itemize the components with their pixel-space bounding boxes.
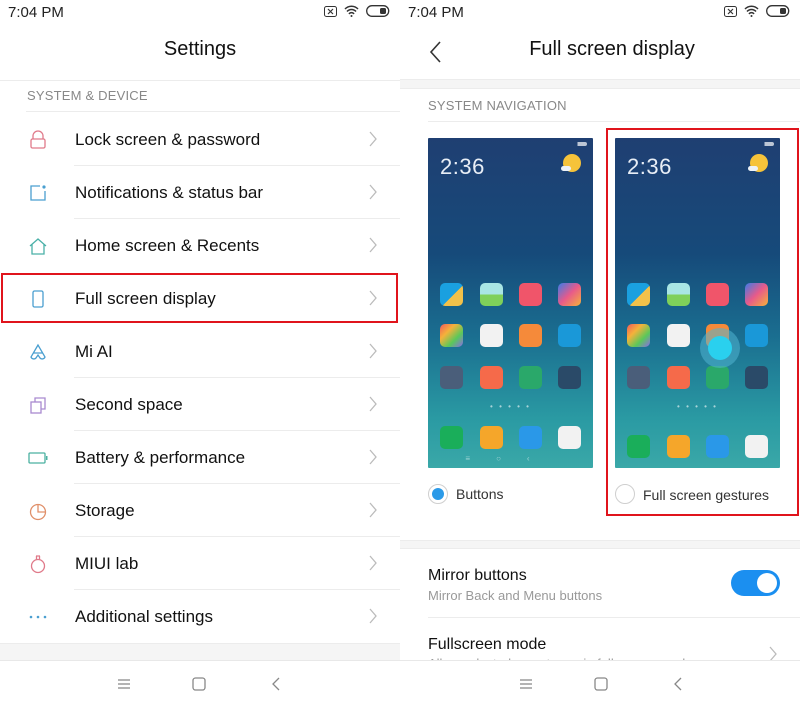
home-icon <box>29 238 47 255</box>
item-label: Battery & performance <box>75 447 246 467</box>
sim-error-icon <box>724 5 737 17</box>
divider <box>428 617 800 618</box>
divider <box>428 121 800 122</box>
settings-item-notifications[interactable]: Notifications & status bar <box>0 166 400 219</box>
mirror-buttons-toggle[interactable] <box>731 570 780 596</box>
storage-pie-icon <box>29 503 47 521</box>
item-label: Home screen & Recents <box>75 235 260 255</box>
back-icon[interactable] <box>670 676 686 692</box>
security-app-icon <box>519 366 542 389</box>
status-bar: 7:04 PM <box>400 0 800 26</box>
settings-item-lock-screen[interactable]: Lock screen & password <box>0 113 400 166</box>
item-label: Mi AI <box>75 341 113 361</box>
wifi-icon <box>744 5 759 17</box>
battery-icon <box>366 5 390 17</box>
fullscreen-mode-title: Fullscreen mode <box>428 636 547 653</box>
mi-ai-icon <box>30 343 46 360</box>
item-label: Notifications & status bar <box>75 182 264 202</box>
wifi-icon <box>344 5 359 17</box>
mi-store-app-icon <box>480 366 503 389</box>
navigation-bar <box>400 660 800 708</box>
mirror-buttons-title: Mirror buttons <box>428 567 527 584</box>
home-square-icon[interactable] <box>593 676 609 692</box>
weather-app-icon <box>440 283 463 306</box>
settings-item-battery[interactable]: Battery & performance <box>0 431 400 484</box>
chevron-right-icon <box>369 184 377 200</box>
themes-app-icon <box>558 283 581 306</box>
calendar-app-icon <box>558 324 581 347</box>
buttons-preview[interactable]: 2:36 • • • • • ≡○‹ <box>428 138 593 468</box>
highlight-box <box>1 273 398 323</box>
menu-icon[interactable] <box>518 676 534 692</box>
status-time: 7:04 PM <box>408 4 464 21</box>
option-label-buttons: Buttons <box>456 486 504 502</box>
settings-item-home-screen[interactable]: Home screen & Recents <box>0 219 400 272</box>
tools-folder-icon <box>558 366 581 389</box>
section-gap <box>400 540 800 549</box>
radio-buttons[interactable] <box>428 484 448 504</box>
back-icon[interactable] <box>268 676 284 692</box>
chevron-right-icon <box>369 343 377 359</box>
home-square-icon[interactable] <box>191 676 207 692</box>
chevron-right-icon <box>369 555 377 571</box>
divider <box>26 111 400 112</box>
chevron-right-icon <box>369 502 377 518</box>
settings-item-additional[interactable]: Additional settings <box>0 590 400 643</box>
chevron-right-icon <box>369 608 377 624</box>
section-header: SYSTEM NAVIGATION <box>428 98 567 113</box>
music-app-icon <box>519 283 542 306</box>
status-bar: 7:04 PM <box>0 0 400 26</box>
highlight-box <box>606 128 799 516</box>
section-gap <box>0 643 400 661</box>
lock-icon <box>30 130 46 149</box>
gallery-app-icon <box>480 283 503 306</box>
settings-item-miui-lab[interactable]: MIUI lab <box>0 537 400 590</box>
page-title: Full screen display <box>529 38 695 60</box>
more-dots-icon <box>29 615 47 619</box>
item-label: MIUI lab <box>75 553 139 573</box>
camera-app-icon <box>558 426 581 449</box>
section-header: SYSTEM & DEVICE <box>27 88 148 103</box>
notification-icon <box>30 185 46 201</box>
weather-sun-icon <box>561 154 581 172</box>
flask-icon <box>30 555 46 574</box>
section-gap <box>400 79 800 89</box>
status-time: 7:04 PM <box>8 4 64 21</box>
browser-app-icon <box>519 426 542 449</box>
chevron-right-icon <box>369 396 377 412</box>
page-title: Settings <box>163 38 237 60</box>
preview-nav-buttons: ≡○‹ <box>465 454 556 463</box>
notes-app-icon <box>519 324 542 347</box>
settings-item-mi-ai[interactable]: Mi AI <box>0 325 400 378</box>
settings-panel: 7:04 PM Settings SYSTEM & DEVICE Lock sc… <box>0 0 400 708</box>
preview-clock: 2:36 <box>440 154 485 179</box>
divider <box>0 80 400 81</box>
chevron-right-icon <box>369 131 377 147</box>
messages-app-icon <box>480 426 503 449</box>
settings-item-second-space[interactable]: Second space <box>0 378 400 431</box>
phone-app-icon <box>440 426 463 449</box>
item-label: Additional settings <box>75 606 213 626</box>
sim-error-icon <box>324 5 337 17</box>
item-label: Storage <box>75 500 135 520</box>
navigation-bar <box>0 660 400 708</box>
settings-app-icon <box>440 366 463 389</box>
battery-icon <box>28 452 48 464</box>
mirror-buttons-subtitle: Mirror Back and Menu buttons <box>428 588 603 603</box>
battery-icon <box>766 5 790 17</box>
photos-app-icon <box>440 324 463 347</box>
play-store-app-icon <box>480 324 503 347</box>
preview-status-icons <box>563 142 587 146</box>
page-indicator: • • • • • <box>490 402 531 411</box>
settings-item-storage[interactable]: Storage <box>0 484 400 537</box>
chevron-right-icon <box>369 449 377 465</box>
menu-icon[interactable] <box>116 676 132 692</box>
item-label: Second space <box>75 394 183 414</box>
chevron-right-icon <box>369 237 377 253</box>
full-screen-display-panel: 7:04 PM Full screen display SYSTEM NAVIG… <box>400 0 800 708</box>
second-space-icon <box>30 397 46 414</box>
item-label: Lock screen & password <box>75 129 261 149</box>
